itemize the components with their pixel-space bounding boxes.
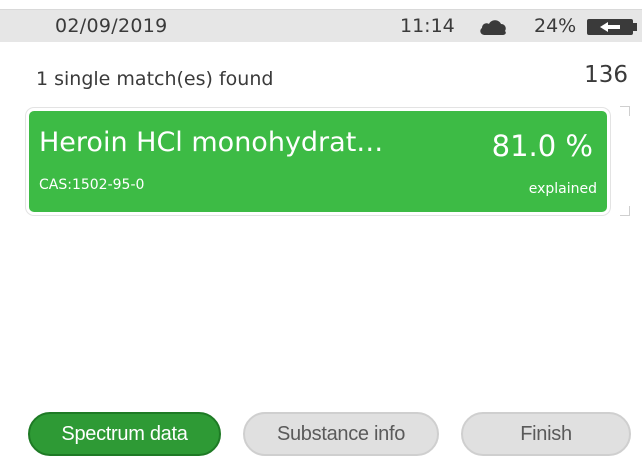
result-card[interactable]: Heroin HCl monohydrat… CAS:1502-95-0 81.… <box>26 108 610 215</box>
result-explained-label: explained <box>528 181 597 197</box>
result-cas-number: CAS:1502-95-0 <box>39 177 145 193</box>
match-summary: 1 single match(es) found <box>36 68 274 90</box>
spectrum-data-button[interactable]: Spectrum data <box>28 412 221 456</box>
battery-charging-icon <box>587 19 637 35</box>
match-count: 136 <box>584 62 628 88</box>
scroll-indicator-bottom <box>620 206 630 216</box>
status-time: 11:14 <box>400 15 455 37</box>
substance-info-button[interactable]: Substance info <box>243 412 439 456</box>
result-substance-name: Heroin HCl monohydrat… <box>39 127 384 158</box>
scroll-indicator-top <box>620 106 630 116</box>
status-bar: 02/09/2019 11:14 24% <box>0 10 642 42</box>
result-match-percent: 81.0 % <box>491 129 593 163</box>
cloud-icon <box>480 20 506 35</box>
status-date: 02/09/2019 <box>55 15 168 37</box>
scroll-indicator <box>620 106 630 216</box>
finish-button[interactable]: Finish <box>461 412 631 456</box>
top-rule <box>0 0 642 10</box>
battery-percent: 24% <box>534 15 577 37</box>
